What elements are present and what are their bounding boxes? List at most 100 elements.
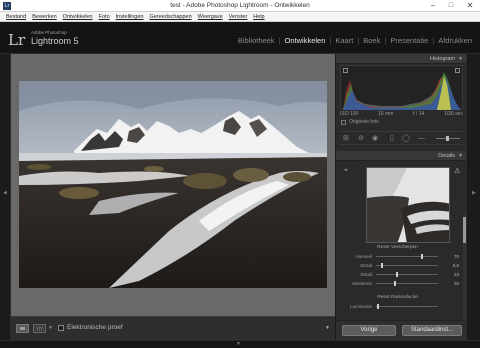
lr-logo: Lr [8,31,26,49]
details-header[interactable]: Details ▼ [336,151,467,161]
menu-venster[interactable]: Venster [226,12,251,21]
slider-label: Maskeren [352,281,372,286]
focal-length-value: 16 mm [378,111,394,117]
module-ontwikkelen[interactable]: Ontwikkelen [281,36,330,46]
detail-preview-image [367,168,449,242]
menu-help[interactable]: Help [250,12,267,21]
right-panel-strip[interactable]: ▶ [466,54,480,340]
warning-icon[interactable]: ⚠ [454,167,460,175]
slider-knob[interactable] [421,254,423,259]
slider-track[interactable] [376,265,438,266]
previous-button[interactable]: Vorige [342,325,396,336]
slider-knob[interactable] [381,263,383,268]
left-panel-strip[interactable]: ◀ [0,54,11,340]
identity-plate: Lr Adobe Photoshop Lightroom 5 Bibliothe… [0,22,480,54]
left-panel-toggle-icon[interactable]: ◀ [3,190,7,196]
right-panel-toggle-icon[interactable]: ▶ [472,190,476,196]
before-after-button[interactable]: Y|Y [33,324,46,333]
original-photo-label: Originele foto [349,119,379,125]
loupe-view[interactable] [11,54,335,316]
slider-track[interactable] [376,283,438,284]
sharpen-title[interactable]: Reset Verscherpen [336,244,459,251]
collapse-icon[interactable]: ▼ [458,151,463,161]
collapse-icon[interactable]: ▼ [458,54,463,64]
toolbar-options-icon[interactable]: ▼ [325,325,330,331]
slider-label: Hoeveel [355,254,372,259]
adobe-label: Adobe Photoshop [31,30,67,35]
red-eye-icon[interactable]: ◉ [372,135,378,143]
menu-ontwikkelen[interactable]: Ontwikkelen [60,12,96,21]
window-title: test - Adobe Photoshop Lightroom - Ontwi… [170,2,310,9]
module-kaart[interactable]: Kaart [331,36,357,46]
slider-luminance[interactable]: Luminantie [340,303,459,311]
slider-track[interactable] [376,274,438,275]
maximize-button[interactable]: □ [442,0,460,12]
detail-zoom-preview[interactable] [366,167,450,243]
soft-proof-label: Elektronische proef [67,324,123,331]
develop-toolbar: Y|Y ▼ Elektronische proef ▼ [11,316,335,340]
menu-instellingen[interactable]: Instellingen [113,12,147,21]
slider-knob[interactable] [377,304,379,309]
shutter-value: 1/30 sec [444,111,463,117]
slider-track[interactable] [376,306,438,307]
slider-label: Detail [360,272,372,277]
close-button[interactable]: ✕ [460,0,480,12]
module-afdrukken[interactable]: Afdrukken [434,36,476,46]
menu-gereedschappen[interactable]: Gereedschappen [146,12,194,21]
slider-knob[interactable] [396,272,398,277]
filmstrip-toggle-icon[interactable]: ▼ [236,341,241,348]
reset-button[interactable]: Standaardinst... [402,325,462,336]
slider-value[interactable]: 0,8 [443,262,459,270]
menu-foto[interactable]: Foto [96,12,113,21]
histogram-graph[interactable] [340,65,463,110]
tool-strip: ⊞ ⊖ ◉ ▯ ◯ — [340,131,463,145]
menu-bestand[interactable]: Bestand [3,12,29,21]
module-bibliotheek[interactable]: Bibliotheek [234,36,279,46]
adjustment-brush-icon[interactable]: — [418,135,425,143]
details-title: Details [438,153,455,159]
loupe-view-button[interactable] [16,324,29,333]
soft-proof-checkbox[interactable] [58,325,64,331]
graduated-filter-icon[interactable]: ▯ [390,135,394,143]
slider-radius[interactable]: Straal 0,8 [340,262,459,270]
slider-label: Luminantie [349,304,372,309]
slider-value[interactable]: 70 [443,253,459,261]
slider-detail[interactable]: Detail 33 [340,271,459,279]
slider-track[interactable] [376,256,438,257]
exif-info: ISO 100 16 mm f / 14 1/30 sec [340,110,463,118]
module-picker: Bibliotheek | Ontwikkelen | Kaart | Boek… [234,36,476,46]
histogram-curves [343,72,461,110]
crop-icon[interactable]: ⊞ [343,135,349,143]
photo-preview[interactable] [19,81,327,288]
slider-value[interactable]: 33 [443,271,459,279]
shadow-clipping-icon[interactable] [343,68,348,73]
spot-removal-icon[interactable]: ⊖ [358,135,364,143]
landscape-photo [19,81,327,288]
slider-masking[interactable]: Maskeren 30 [340,280,459,288]
histogram-title: Histogram [429,56,455,62]
tool-slider-knob[interactable] [446,136,449,141]
panel-button-row: Vorige Standaardinst... [336,320,467,340]
histogram-header[interactable]: Histogram ▼ [336,54,467,64]
slider-knob[interactable] [394,281,396,286]
right-panel: Histogram ▼ ISO 100 16 mm f / 14 1/30 se… [335,54,467,340]
view-mode-dropdown-icon[interactable]: ▼ [48,325,53,331]
slider-amount[interactable]: Hoeveel 70 [340,253,459,261]
filmstrip-strip[interactable]: ▼ [0,340,480,348]
product-name: Lightroom 5 [31,36,79,46]
menu-weergave[interactable]: Weergave [195,12,226,21]
aperture-value: f / 14 [413,111,425,117]
original-photo-checkbox[interactable] [341,120,346,125]
window-title-bar: Lr test - Adobe Photoshop Lightroom - On… [0,0,480,12]
minimize-button[interactable]: – [424,0,442,12]
module-presentatie[interactable]: Presentatie [386,36,432,46]
target-icon[interactable]: ⌖ [344,167,348,175]
module-boek[interactable]: Boek [359,36,384,46]
radial-filter-icon[interactable]: ◯ [402,135,410,143]
menu-bar: Bestand Bewerken Ontwikkelen Foto Instel… [0,12,480,22]
slider-value[interactable]: 30 [443,280,459,288]
noise-reduction-title[interactable]: Reset Ruisreductie [336,294,459,301]
menu-bewerken[interactable]: Bewerken [29,12,59,21]
iso-value: ISO 100 [340,111,359,117]
highlight-clipping-icon[interactable] [455,68,460,73]
